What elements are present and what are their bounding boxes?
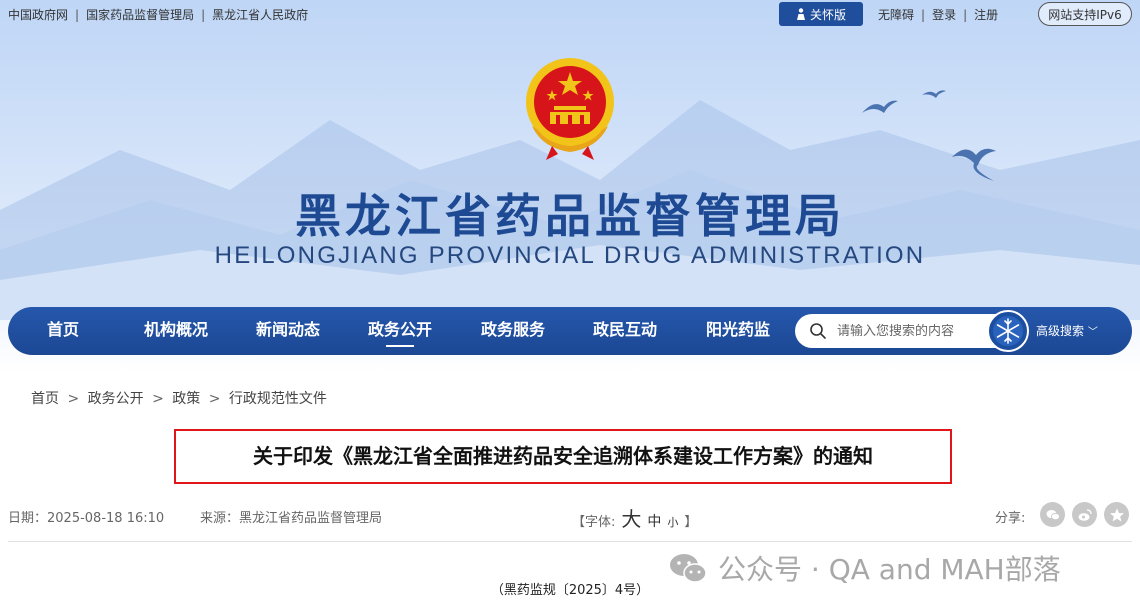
external-links: 中国政府网 | 国家药品监督管理局 | 黑龙江省人民政府: [8, 6, 308, 23]
search-input[interactable]: [837, 323, 987, 339]
national-emblem-logo: [526, 58, 614, 160]
divider: [8, 541, 1132, 542]
advanced-search-label: 高级搜索: [1036, 324, 1085, 338]
separator: |: [963, 7, 968, 22]
font-size-small-button[interactable]: 小: [667, 514, 678, 530]
source-value: 黑龙江省药品监督管理局: [239, 511, 383, 526]
search-submit-button[interactable]: [987, 310, 1029, 352]
source-label: 来源：: [200, 511, 240, 526]
star-icon: [1109, 508, 1124, 521]
care-mode-button[interactable]: 关怀版: [779, 2, 863, 26]
care-mode-label: 关怀版: [809, 7, 846, 22]
chevron-down-icon: ﹀: [1087, 327, 1098, 338]
nav-item-interaction[interactable]: 政民互动: [585, 307, 665, 355]
breadcrumb-policy[interactable]: 政策: [172, 391, 200, 407]
site-title-cn: 黑龙江省药品监督管理局: [295, 189, 845, 243]
separator: |: [921, 7, 926, 22]
article-title-highlight: 关于印发《黑龙江省全面推进药品安全追溯体系建设工作方案》的通知: [174, 429, 952, 484]
wechat-share-icon[interactable]: [1040, 502, 1065, 527]
link-nmpa[interactable]: 国家药品监督管理局: [86, 6, 194, 23]
date-value: 2025-08-18 16:10: [47, 511, 165, 526]
nav-item-news[interactable]: 新闻动态: [248, 307, 328, 355]
font-size-medium-button[interactable]: 中: [647, 511, 661, 531]
nav-item-services[interactable]: 政务服务: [473, 307, 553, 355]
login-link[interactable]: 登录: [932, 6, 956, 23]
top-utility-bar: 中国政府网 | 国家药品监督管理局 | 黑龙江省人民政府 关怀版 无障碍 | 登…: [0, 0, 1140, 28]
wechat-icon: [1046, 509, 1060, 520]
birds-decoration: [862, 90, 996, 181]
font-size-bracket: 】: [684, 515, 698, 530]
date-label: 日期：: [8, 511, 48, 526]
font-size-label: 【字体:: [572, 515, 616, 530]
breadcrumb-home[interactable]: 首页: [31, 391, 59, 407]
separator: |: [75, 7, 80, 22]
link-gov-cn[interactable]: 中国政府网: [8, 6, 68, 23]
nav-item-government-affairs[interactable]: 政务公开: [360, 307, 440, 355]
ipv6-badge: 网站支持IPv6: [1038, 2, 1132, 26]
site-title-en: HEILONGJIANG PROVINCIAL DRUG ADMINISTRAT…: [214, 242, 926, 269]
weibo-share-icon[interactable]: [1072, 502, 1097, 527]
nav-item-home[interactable]: 首页: [30, 307, 96, 355]
breadcrumb-normative-documents[interactable]: 行政规范性文件: [229, 391, 327, 407]
breadcrumb: 首页 > 政务公开 > 政策 > 行政规范性文件: [31, 388, 327, 408]
link-hlj-gov[interactable]: 黑龙江省人民政府: [212, 6, 308, 23]
share-label: 分享:: [995, 511, 1026, 526]
breadcrumb-separator: >: [67, 391, 80, 407]
nav-item-sunshine[interactable]: 阳光药监: [698, 307, 778, 355]
article-source: 来源：黑龙江省药品监督管理局: [200, 507, 382, 526]
document-number: （黑药监规〔2025〕4号）: [490, 583, 650, 598]
main-navigation: 首页 机构概况 新闻动态 政务公开 政务服务 政民互动 阳光药监 高级搜索 ﹀: [8, 307, 1132, 355]
article-date: 日期：2025-08-18 16:10: [8, 507, 164, 526]
register-link[interactable]: 注册: [974, 6, 998, 23]
weibo-icon: [1078, 508, 1092, 521]
breadcrumb-separator: >: [208, 391, 221, 407]
qzone-share-icon[interactable]: [1104, 502, 1129, 527]
snowflake-icon: [993, 316, 1023, 346]
font-size-large-button[interactable]: 大: [621, 503, 641, 532]
search-icon: [810, 323, 826, 339]
breadcrumb-government-affairs[interactable]: 政务公开: [88, 391, 144, 407]
person-icon: [796, 8, 805, 20]
article-title: 关于印发《黑龙江省全面推进药品安全追溯体系建设工作方案》的通知: [253, 444, 873, 468]
accessibility-link[interactable]: 无障碍: [878, 6, 914, 23]
advanced-search-link[interactable]: 高级搜索 ﹀: [1036, 307, 1098, 355]
nav-item-organization[interactable]: 机构概况: [136, 307, 216, 355]
utility-links: 无障碍 | 登录 | 注册: [878, 6, 998, 23]
font-size-selector: 【字体: 大 中 小 】: [572, 503, 697, 532]
separator: |: [201, 7, 206, 22]
breadcrumb-separator: >: [152, 391, 164, 407]
